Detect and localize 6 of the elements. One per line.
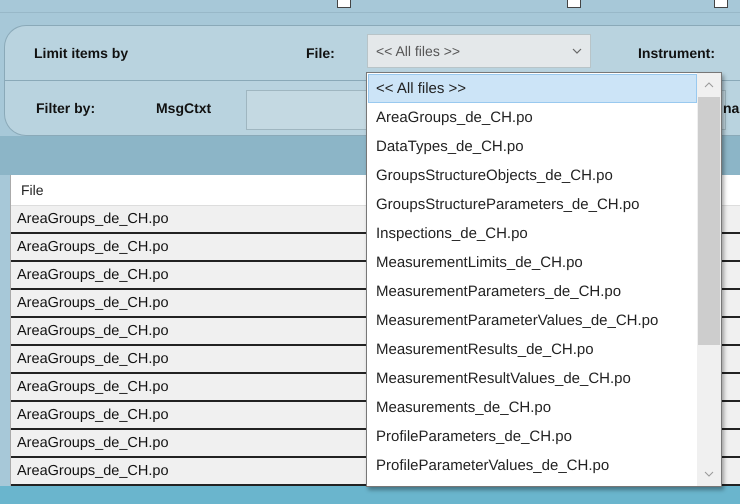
section-label: Limit items by [34, 44, 128, 61]
section-label: Filter by: [36, 100, 96, 116]
field-label: MsgCtxt [156, 100, 212, 116]
field-label: File: [306, 44, 335, 61]
field-label: Instrument: [638, 44, 715, 61]
field-label: na [723, 100, 740, 116]
